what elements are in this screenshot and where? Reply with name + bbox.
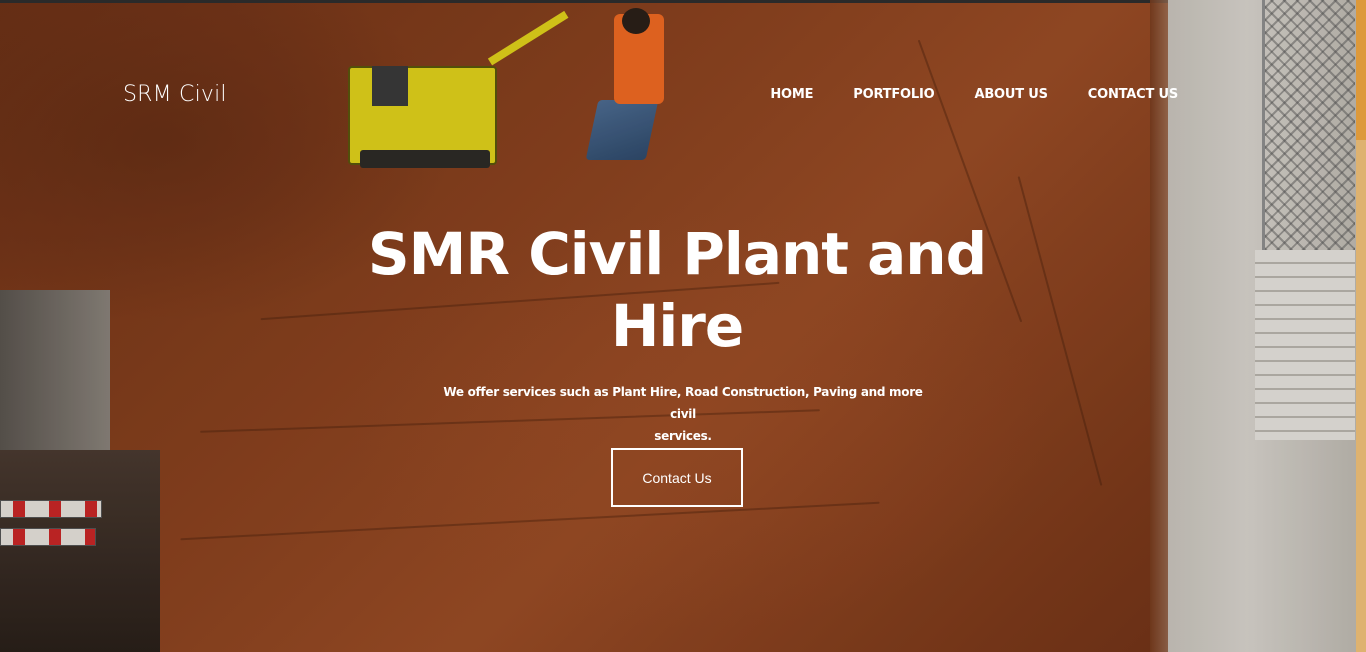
nav-contact-us[interactable]: CONTACT US	[1088, 87, 1178, 102]
nav-portfolio[interactable]: PORTFOLIO	[853, 87, 934, 102]
site-logo-text[interactable]: SRM Civil	[123, 82, 227, 107]
hero-title-line2: Hire	[610, 292, 744, 360]
contact-us-button[interactable]: Contact Us	[611, 448, 743, 507]
main-nav: HOME PORTFOLIO ABOUT US CONTACT US	[770, 87, 1178, 102]
hero-subtitle: We offer services such as Plant Hire, Ro…	[440, 381, 926, 447]
nav-about-us[interactable]: ABOUT US	[974, 87, 1047, 102]
hero-title-line1: SMR Civil Plant and	[367, 220, 987, 288]
nav-home[interactable]: HOME	[770, 87, 813, 102]
hero-title: SMR Civil Plant and Hire	[300, 218, 1054, 362]
hero-subtitle-line1: We offer services such as Plant Hire, Ro…	[443, 385, 923, 421]
hero-subtitle-line2: services.	[654, 429, 712, 443]
